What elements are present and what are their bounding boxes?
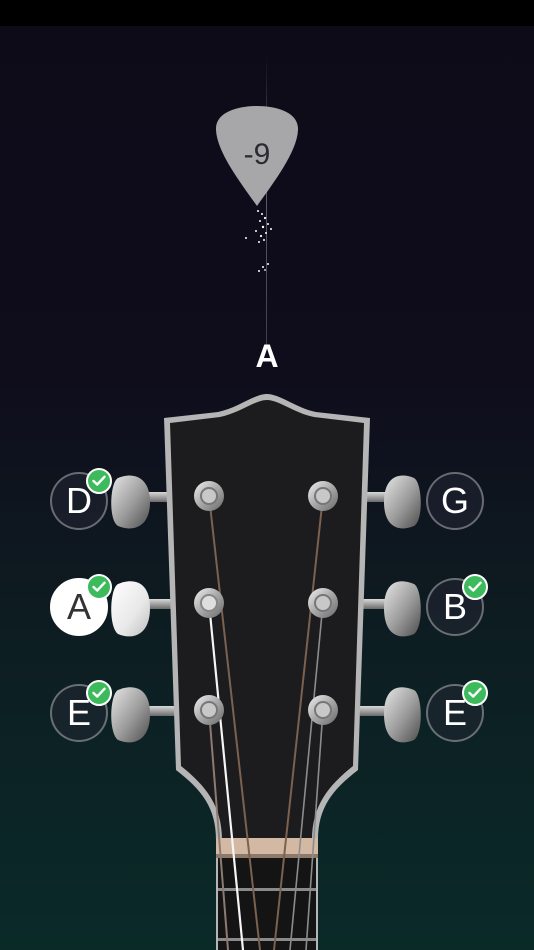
string-button-low-e[interactable]: E [50, 680, 112, 742]
string-button-high-e[interactable]: E [426, 680, 488, 742]
tuner-screen: -9 A D A E G B E [0, 0, 534, 950]
tuned-check-icon [86, 574, 112, 600]
tuner-knobs-right [360, 475, 421, 743]
tuned-check-icon [462, 574, 488, 600]
string-button-g[interactable]: G [426, 472, 484, 530]
tuned-check-icon [86, 680, 112, 706]
string-button-a[interactable]: A [50, 574, 112, 636]
tuned-check-icon [86, 468, 112, 494]
string-button-d[interactable]: D [50, 468, 112, 530]
string-note-label: G [440, 480, 469, 521]
tuned-check-icon [462, 680, 488, 706]
string-button-b[interactable]: B [426, 574, 488, 636]
